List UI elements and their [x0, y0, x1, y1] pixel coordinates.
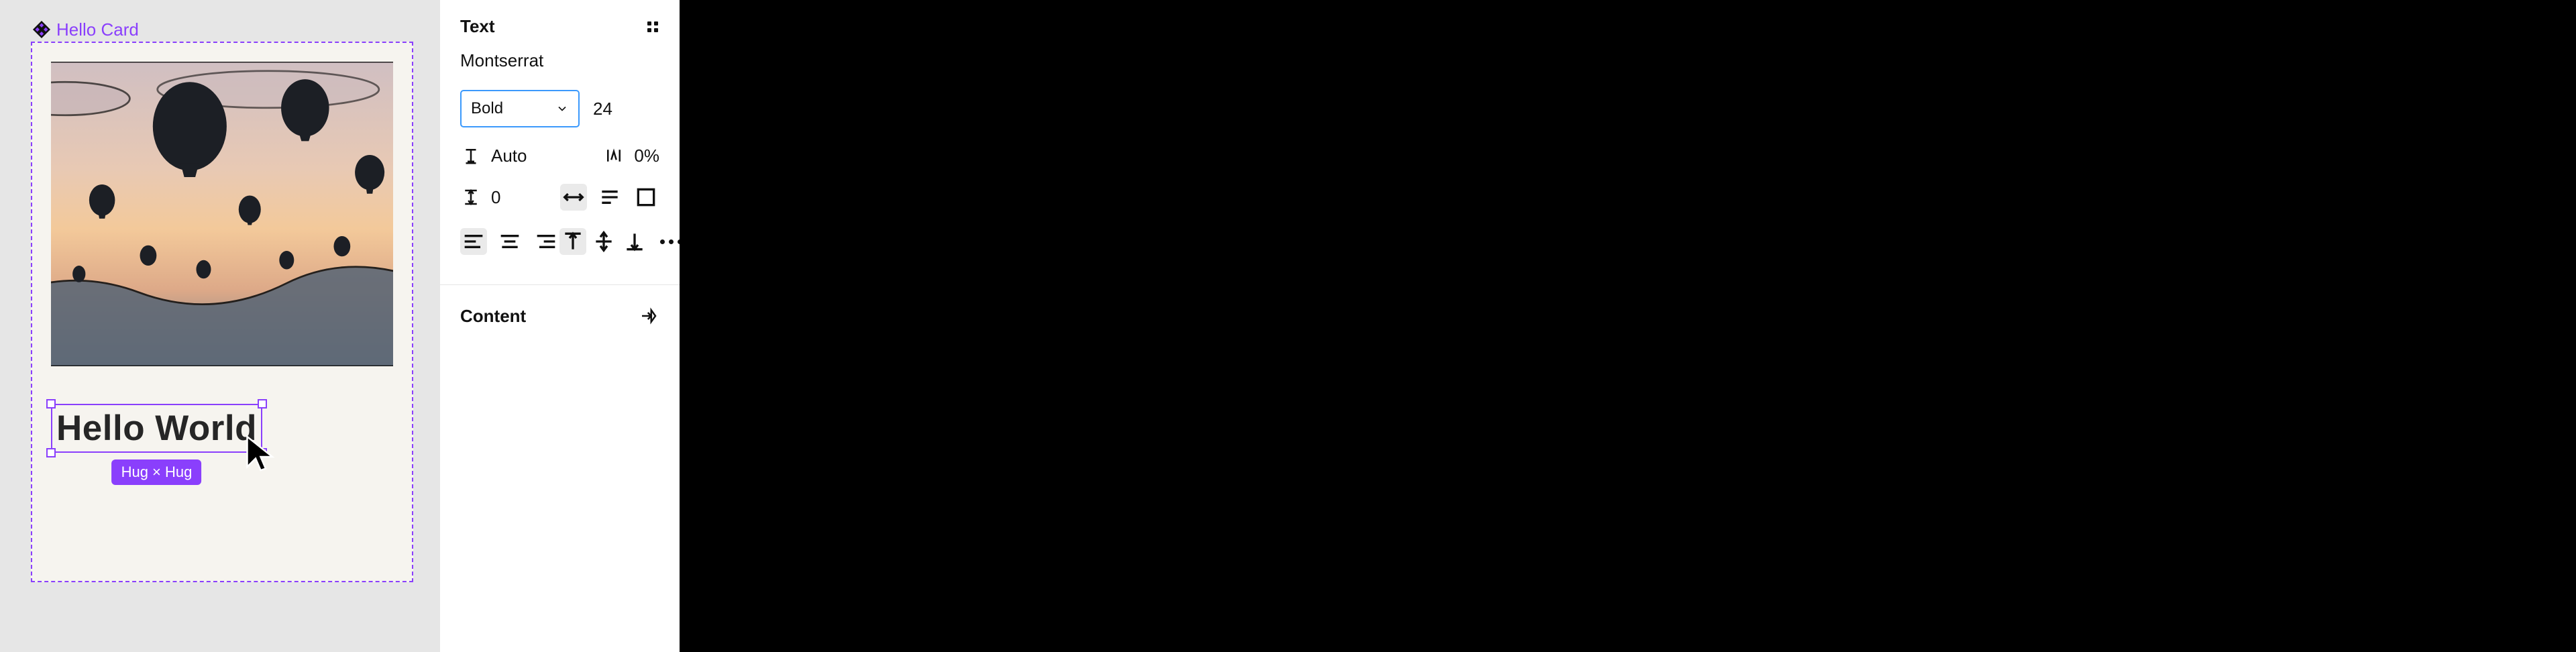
paragraph-spacing-icon	[460, 186, 482, 208]
resize-handle-tl[interactable]	[46, 399, 56, 409]
line-height-icon	[460, 145, 482, 166]
resize-handle-bl[interactable]	[46, 448, 56, 457]
font-family-select[interactable]: Montserrat	[460, 50, 659, 71]
frame-label[interactable]: Hello Card	[31, 19, 139, 40]
apply-instance-icon[interactable]	[638, 305, 659, 327]
align-bottom-button[interactable]	[621, 228, 648, 255]
content-section-header[interactable]: Content	[440, 285, 680, 347]
resize-handle-tr[interactable]	[258, 399, 267, 409]
paragraph-spacing-input[interactable]: 0	[491, 187, 500, 208]
text-section-title: Text	[460, 16, 495, 37]
text-section-header: Text	[460, 16, 659, 37]
text-layer-content[interactable]: Hello World	[51, 404, 262, 453]
letter-spacing-input[interactable]: 0%	[634, 146, 659, 166]
fixed-size-button[interactable]	[633, 184, 659, 211]
line-height-input[interactable]: Auto	[491, 146, 527, 166]
empty-area	[680, 0, 2576, 652]
content-section-title: Content	[460, 306, 526, 327]
design-canvas[interactable]: Hello Card	[0, 0, 439, 652]
frame-label-text: Hello Card	[56, 19, 139, 40]
align-middle-button[interactable]	[590, 228, 617, 255]
resize-mode-group	[560, 184, 659, 211]
align-center-button[interactable]	[496, 228, 523, 255]
card-image	[51, 62, 393, 366]
properties-panel: Text Montserrat Bold 24 Auto	[439, 0, 680, 652]
auto-width-button[interactable]	[560, 184, 587, 211]
align-left-button[interactable]	[460, 228, 487, 255]
vertical-align-group	[559, 228, 648, 255]
letter-spacing-icon	[603, 145, 625, 166]
resize-handle-br[interactable]	[258, 448, 267, 457]
selected-text-layer[interactable]: Hello World Hug × Hug	[51, 404, 262, 453]
horizontal-align-group	[460, 228, 559, 255]
component-icon	[31, 19, 52, 40]
drag-handle-icon[interactable]	[646, 20, 659, 34]
size-badge: Hug × Hug	[112, 459, 202, 485]
align-right-button[interactable]	[533, 228, 559, 255]
font-weight-select[interactable]: Bold	[460, 90, 580, 127]
auto-height-button[interactable]	[596, 184, 623, 211]
align-top-button[interactable]	[559, 228, 586, 255]
chevron-down-icon	[555, 102, 569, 115]
card-frame[interactable]: Hello World Hug × Hug	[31, 42, 413, 582]
font-size-input[interactable]: 24	[590, 93, 615, 125]
font-weight-value: Bold	[471, 99, 503, 118]
